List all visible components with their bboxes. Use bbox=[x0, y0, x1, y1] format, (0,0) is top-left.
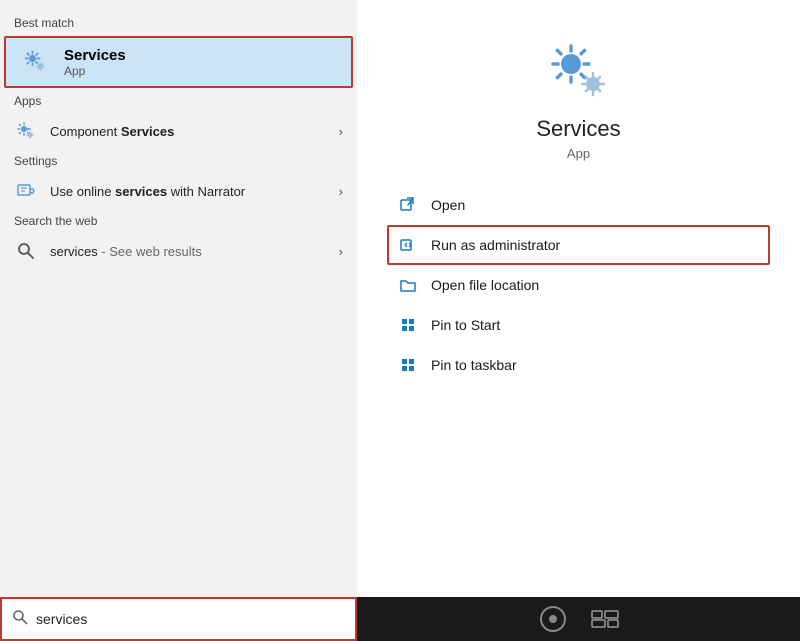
detail-icon-area bbox=[387, 40, 770, 104]
narrator-icon bbox=[14, 179, 38, 203]
pin-to-taskbar-icon bbox=[397, 354, 419, 376]
web-search-label: services - See web results bbox=[50, 244, 339, 259]
action-pin-to-taskbar[interactable]: Pin to taskbar bbox=[387, 345, 770, 385]
best-match-subtitle: App bbox=[64, 64, 126, 78]
best-match-title: Services bbox=[64, 47, 126, 64]
action-list: Open Run as administrator bbox=[387, 185, 770, 385]
taskbar-right bbox=[357, 597, 800, 641]
web-search-icon bbox=[14, 239, 38, 263]
component-services-chevron: › bbox=[339, 124, 343, 139]
best-match-text: Services App bbox=[64, 47, 126, 78]
web-section-label: Search the web bbox=[0, 210, 357, 232]
web-search-item[interactable]: services - See web results › bbox=[0, 232, 357, 270]
search-icon bbox=[12, 609, 28, 630]
component-services-item[interactable]: Component Services › bbox=[0, 112, 357, 150]
open-file-location-label: Open file location bbox=[431, 277, 539, 293]
open-file-location-icon bbox=[397, 274, 419, 296]
action-open[interactable]: Open bbox=[387, 185, 770, 225]
action-run-as-admin[interactable]: Run as administrator bbox=[387, 225, 770, 265]
narrator-settings-label: Use online services with Narrator bbox=[50, 184, 339, 199]
web-search-chevron: › bbox=[339, 244, 343, 259]
best-match-services[interactable]: Services App bbox=[4, 36, 353, 88]
search-results-panel: Best match Services App Apps bbox=[0, 0, 357, 597]
run-as-admin-icon bbox=[397, 234, 419, 256]
search-box-container[interactable] bbox=[0, 597, 357, 641]
pin-to-taskbar-label: Pin to taskbar bbox=[431, 357, 517, 373]
run-as-admin-label: Run as administrator bbox=[431, 237, 560, 253]
action-pin-to-start[interactable]: Pin to Start bbox=[387, 305, 770, 345]
taskbar bbox=[0, 597, 800, 641]
taskbar-search-input[interactable] bbox=[36, 611, 345, 627]
cortana-button[interactable] bbox=[539, 605, 567, 633]
pin-to-start-icon bbox=[397, 314, 419, 336]
detail-subtitle: App bbox=[387, 146, 770, 161]
apps-section-label: Apps bbox=[0, 90, 357, 112]
open-icon bbox=[397, 194, 419, 216]
task-view-button[interactable] bbox=[591, 610, 619, 628]
component-services-icon bbox=[14, 119, 38, 143]
best-match-label: Best match bbox=[0, 12, 357, 34]
pin-to-start-label: Pin to Start bbox=[431, 317, 500, 333]
narrator-chevron: › bbox=[339, 184, 343, 199]
action-open-file-location[interactable]: Open file location bbox=[387, 265, 770, 305]
detail-title: Services bbox=[387, 116, 770, 142]
open-label: Open bbox=[431, 197, 465, 213]
services-app-icon bbox=[20, 46, 52, 78]
settings-section-label: Settings bbox=[0, 150, 357, 172]
component-services-label: Component Services bbox=[50, 124, 339, 139]
narrator-services-item[interactable]: Use online services with Narrator › bbox=[0, 172, 357, 210]
detail-panel: Services App Open bbox=[357, 0, 800, 597]
